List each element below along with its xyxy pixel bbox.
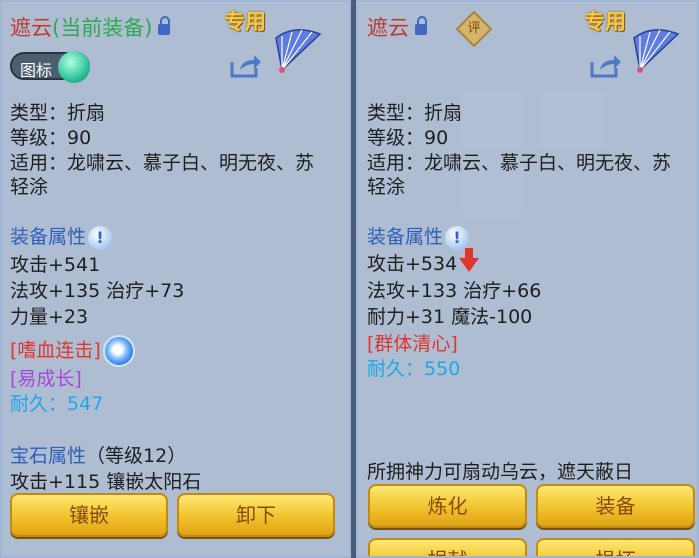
rating-badge-icon[interactable]: 评: [455, 10, 493, 48]
level-line: 等级：90: [367, 127, 449, 149]
attr-heading-text: 装备属性: [10, 226, 87, 248]
gem-heading: 宝石属性（等级12）: [10, 441, 186, 468]
special-skill: [群体清心]: [367, 333, 458, 355]
fan-item-icon: [275, 29, 322, 73]
donate-button[interactable]: 捐献: [368, 538, 527, 556]
share-icon[interactable]: [588, 52, 622, 80]
attr-line: 攻击+541: [10, 254, 101, 276]
item-description: 所拥神力可扇动乌云，遮天蔽日: [367, 461, 634, 483]
swirl-icon[interactable]: [102, 335, 135, 367]
attr-line: 法攻+133 治疗+66: [367, 280, 542, 302]
special-skill: [嗜血连击]: [10, 335, 135, 367]
inlay-button[interactable]: 镶嵌: [10, 493, 168, 537]
gem-heading-text: 宝石属性: [10, 445, 87, 467]
exclusive-label: 专用: [224, 10, 266, 34]
type-line: 类型：折扇: [367, 102, 463, 124]
exclusive-label: 专用: [584, 10, 626, 34]
item-name: 遮云: [367, 16, 409, 40]
lock-icon[interactable]: [415, 15, 427, 35]
compare-equipment-panel: 遮云 评 专用 类型：折扇 等级：90 适用：龙啸云、慕子白、明无夜、苏 轻涂 …: [356, 0, 699, 558]
suitable-line-cont: 轻涂: [10, 176, 49, 198]
info-icon[interactable]: !: [445, 225, 470, 250]
suitable-line: 适用：龙啸云、慕子白、明无夜、苏: [367, 152, 672, 174]
attr-line: 耐力+31 魔法-100: [367, 306, 533, 328]
toggle-knob: [58, 51, 90, 83]
durability-label: 耐久：: [10, 393, 68, 415]
attack-line: 攻击+534: [367, 247, 480, 276]
rating-badge-text: 评: [467, 21, 481, 36]
info-icon[interactable]: !: [88, 225, 113, 250]
type-line: 类型：折扇: [10, 102, 106, 124]
level-line: 等级：90: [10, 127, 92, 149]
durability-label: 耐久：: [367, 358, 425, 380]
share-icon[interactable]: [228, 52, 262, 80]
durability: 耐久：547: [10, 389, 103, 416]
gem-line: 攻击+115 镶嵌太阳石: [10, 471, 202, 493]
suitable-line-cont: 轻涂: [367, 176, 406, 198]
unequip-button[interactable]: 卸下: [177, 493, 335, 537]
fan-item-icon: [633, 29, 680, 73]
damage-button[interactable]: 损坏: [536, 538, 695, 556]
special-effect: [易成长]: [10, 368, 82, 390]
item-title: 遮云: [367, 12, 427, 42]
toggle-label: 图标: [20, 61, 53, 80]
attr-heading: 装备属性!: [367, 222, 470, 250]
attr-heading: 装备属性!: [10, 222, 113, 250]
lock-icon[interactable]: [158, 15, 171, 35]
attr-heading-text: 装备属性: [367, 226, 444, 248]
attack-value: 攻击+534: [367, 253, 458, 275]
durability-value: 547: [67, 393, 104, 415]
icon-toggle[interactable]: 图标: [10, 51, 90, 83]
suitable-line: 适用：龙啸云、慕子白、明无夜、苏: [10, 152, 315, 174]
attr-line: 力量+23: [10, 306, 89, 328]
equipped-tag: (当前装备): [52, 16, 153, 40]
durability: 耐久：550: [367, 354, 460, 381]
equip-button[interactable]: 装备: [536, 484, 695, 528]
item-name: 遮云: [10, 16, 52, 40]
decrease-arrow-icon: [459, 247, 480, 272]
item-title: 遮云(当前装备): [10, 12, 171, 42]
special-skill-text: [嗜血连击]: [10, 339, 101, 362]
refine-button[interactable]: 炼化: [368, 484, 527, 528]
gem-level: （等级12）: [86, 445, 187, 467]
durability-value: 550: [424, 358, 461, 380]
current-equipment-panel: 遮云(当前装备) 专用 图标 类型：折扇 等级：90 适用：龙啸云、慕子白、明无…: [0, 0, 351, 558]
attr-line: 法攻+135 治疗+73: [10, 280, 185, 302]
